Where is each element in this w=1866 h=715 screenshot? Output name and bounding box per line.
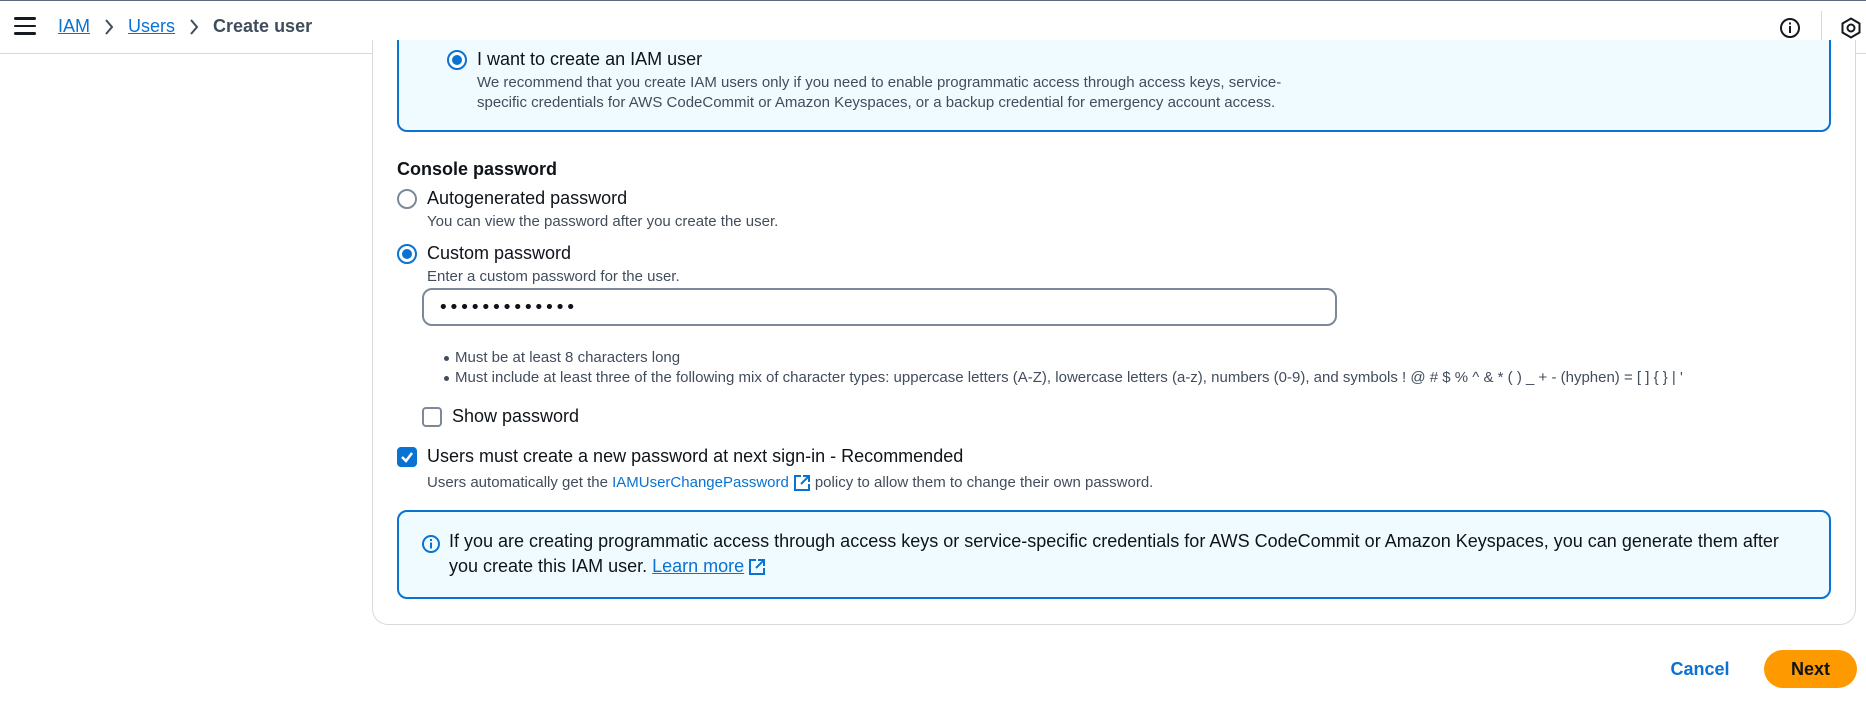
custom-password-title: Custom password bbox=[427, 243, 572, 263]
password-rule: Must be at least 8 characters long bbox=[444, 348, 1683, 368]
cancel-button[interactable]: Cancel bbox=[1656, 651, 1744, 687]
breadcrumb: IAM Users Create user bbox=[58, 16, 312, 37]
info-alert-text: If you are creating programmatic access … bbox=[449, 529, 1789, 579]
custom-password-desc: Enter a custom password for the user. bbox=[427, 268, 680, 285]
programmatic-access-info-alert: If you are creating programmatic access … bbox=[397, 510, 1831, 599]
iam-user-change-password-link[interactable]: IAMUserChangePassword bbox=[612, 474, 789, 491]
require-reset-label: Users must create a new password at next… bbox=[427, 446, 964, 466]
settings-hexagon-icon[interactable] bbox=[1840, 17, 1862, 39]
show-password-label: Show password bbox=[452, 406, 580, 426]
password-rule: Must include at least three of the follo… bbox=[444, 369, 1683, 386]
external-link-icon[interactable] bbox=[748, 558, 766, 576]
password-rules-list: Must be at least 8 characters long Must … bbox=[444, 348, 1683, 388]
chevron-right-icon bbox=[190, 18, 199, 35]
info-icon[interactable] bbox=[1779, 17, 1801, 39]
checkmark-icon bbox=[401, 452, 413, 463]
autogenerated-password-desc: You can view the password after you crea… bbox=[427, 213, 779, 230]
iam-user-radio[interactable] bbox=[447, 50, 467, 70]
hamburger-menu-icon[interactable] bbox=[14, 17, 36, 37]
iam-user-option-title: I want to create an IAM user bbox=[477, 49, 703, 69]
info-alert-message: If you are creating programmatic access … bbox=[449, 531, 1779, 576]
require-reset-desc: Users automatically get the IAMUserChang… bbox=[427, 473, 1153, 493]
require-reset-checkbox[interactable] bbox=[397, 447, 417, 467]
custom-password-input[interactable] bbox=[422, 288, 1337, 326]
autogenerated-password-radio[interactable] bbox=[397, 189, 417, 209]
require-reset-desc-prefix: Users automatically get the bbox=[427, 474, 608, 491]
autogenerated-password-title: Autogenerated password bbox=[427, 188, 628, 208]
learn-more-link[interactable]: Learn more bbox=[652, 556, 744, 576]
next-button[interactable]: Next bbox=[1764, 650, 1857, 688]
custom-password-radio[interactable] bbox=[397, 244, 417, 264]
info-circle-icon bbox=[422, 535, 440, 553]
show-password-checkbox[interactable] bbox=[422, 407, 442, 427]
external-link-icon[interactable] bbox=[793, 474, 811, 492]
breadcrumb-current: Create user bbox=[213, 16, 313, 36]
breadcrumb-iam[interactable]: IAM bbox=[58, 16, 90, 37]
require-reset-desc-suffix: policy to allow them to change their own… bbox=[814, 474, 1154, 491]
iam-user-option-desc-2: specific credentials for AWS CodeCommit … bbox=[477, 94, 1276, 111]
console-password-label: Console password bbox=[397, 159, 558, 179]
chevron-right-icon bbox=[105, 18, 114, 35]
iam-user-option-desc-1: We recommend that you create IAM users o… bbox=[477, 74, 1282, 91]
breadcrumb-users[interactable]: Users bbox=[128, 16, 175, 37]
